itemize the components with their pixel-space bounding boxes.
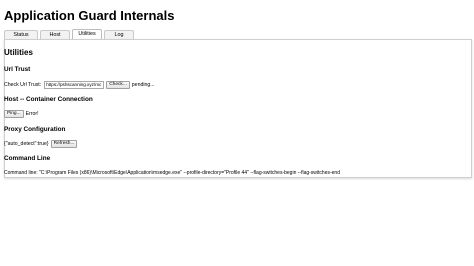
page-title: Application Guard Internals — [4, 8, 175, 23]
tab-utilities[interactable]: Utilities — [72, 29, 102, 39]
page: Application Guard Internals Status Host … — [0, 0, 474, 266]
url-trust-input[interactable]: https://pshscanning.xyz/mc — [44, 81, 105, 89]
host-connection-row: Ping... Error! — [4, 110, 39, 118]
url-trust-row: Check Url Trust: https://pshscanning.xyz… — [4, 81, 155, 89]
utilities-panel — [4, 39, 472, 178]
tab-log[interactable]: Log — [104, 30, 134, 39]
proxy-row: {"auto_detect":true} Refresh... — [4, 140, 78, 148]
tab-host[interactable]: Host — [40, 30, 70, 39]
ping-status: Error! — [25, 111, 39, 117]
url-trust-label: Check Url Trust: — [4, 82, 42, 88]
url-trust-status: pending... — [131, 82, 155, 88]
utilities-heading: Utilities — [4, 48, 33, 57]
refresh-button[interactable]: Refresh... — [50, 140, 78, 148]
proxy-value: {"auto_detect":true} — [4, 141, 49, 147]
host-connection-heading: Host -- Container Connection — [4, 96, 93, 103]
command-line-heading: Command Line — [4, 155, 51, 162]
proxy-heading: Proxy Configuration — [4, 126, 66, 133]
ping-button[interactable]: Ping... — [4, 110, 24, 118]
check-url-button[interactable]: Check... — [106, 81, 130, 89]
tab-bar: Status Host Utilities Log — [4, 29, 136, 39]
url-trust-heading: Url Trust — [4, 66, 31, 73]
command-line-text: Command line: "C:\Program Files (x86)\Mi… — [4, 170, 340, 176]
tab-status[interactable]: Status — [4, 30, 38, 39]
